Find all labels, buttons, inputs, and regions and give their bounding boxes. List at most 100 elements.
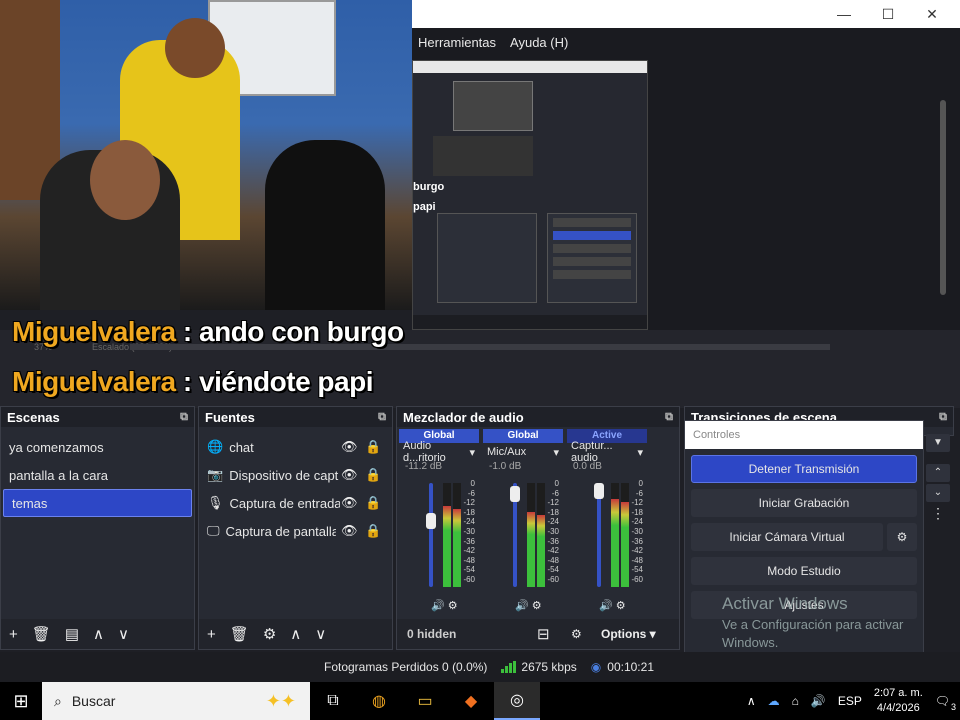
sources-title: Fuentes	[205, 409, 255, 425]
speaker-icon[interactable]: 🔊	[599, 600, 616, 612]
minimize-icon[interactable]: —	[822, 6, 866, 22]
channel-settings-icon[interactable]: ⚙	[532, 600, 542, 612]
channel-settings-icon[interactable]: ⚙	[448, 600, 458, 612]
meter-scale-tick: -54	[631, 565, 643, 575]
dropdown-icon[interactable]: ▾	[553, 446, 559, 459]
chat-text: : viéndote papi	[182, 366, 374, 397]
source-name: Captura de pantalla	[225, 523, 336, 539]
chevron-down-icon[interactable]: ⌄	[926, 484, 950, 502]
nested-mixer	[437, 213, 537, 303]
maximize-icon[interactable]: ☐	[866, 6, 910, 23]
trash-icon[interactable]: 🗑	[32, 625, 51, 643]
add-icon[interactable]: +	[207, 626, 216, 643]
obs-icon[interactable]: ◎	[494, 682, 540, 720]
eye-icon[interactable]: 👁	[341, 495, 358, 511]
mixer-title: Mezclador de audio	[403, 409, 524, 425]
scene-item-selected[interactable]: temas	[3, 489, 192, 517]
cloud-icon[interactable]: ☁	[768, 694, 780, 708]
arrow-down-icon[interactable]: ∨	[315, 625, 326, 643]
chevron-down-icon[interactable]: ▼	[926, 434, 950, 452]
audio-level-meter	[443, 483, 451, 587]
advanced-gear-icon[interactable]: ⚙	[571, 627, 601, 641]
undock-icon[interactable]: ⧉	[378, 411, 386, 424]
undock-icon[interactable]: ⧉	[180, 411, 188, 424]
network-icon[interactable]: ⌂	[792, 694, 799, 708]
taskbar-search[interactable]: ⌕ Buscar ✦✦	[42, 682, 310, 720]
sparkle-icon: ✦✦	[265, 690, 296, 711]
menu-help[interactable]: Ayuda (H)	[510, 35, 568, 50]
volume-icon[interactable]: 🔊	[811, 694, 826, 708]
chevron-up-icon[interactable]: ∧	[747, 694, 756, 708]
source-item[interactable]: 🖵 Captura de pantalla 👁 🔒	[199, 517, 392, 545]
menu-tools[interactable]: Herramientas	[418, 35, 496, 50]
source-item[interactable]: 🎙 Captura de entrada 👁 🔒	[199, 489, 392, 517]
layout-icon[interactable]: ⊟	[537, 625, 571, 643]
undock-icon[interactable]: ⧉	[665, 411, 673, 424]
dropdown-icon[interactable]: ▾	[469, 446, 475, 459]
arrow-up-icon[interactable]: ∧	[93, 625, 104, 643]
notification-icon[interactable]: 🗨 3	[935, 694, 956, 712]
volume-slider-knob[interactable]	[510, 485, 520, 502]
file-explorer-icon[interactable]: ▭	[402, 682, 448, 720]
lock-icon[interactable]: 🔒	[365, 439, 381, 455]
volume-slider-knob[interactable]	[426, 512, 436, 529]
windows-start-icon[interactable]: ⊞	[0, 691, 42, 712]
camera-icon: 📷	[207, 467, 224, 482]
task-view-icon[interactable]: ⧉	[310, 682, 356, 720]
lock-icon[interactable]: 🔒	[365, 467, 381, 483]
lock-icon[interactable]: 🔒	[365, 523, 381, 539]
scenes-header: Escenas ⧉	[1, 407, 194, 427]
chevron-up-icon[interactable]: ⌃	[926, 464, 950, 482]
eye-icon[interactable]: 👁	[341, 523, 358, 539]
vertical-scrollbar[interactable]	[940, 100, 946, 295]
speaker-icon[interactable]: 🔊	[431, 600, 448, 612]
chat-username: Miguelvalera	[12, 316, 176, 347]
source-item[interactable]: 🌐 chat 👁 🔒	[199, 433, 392, 461]
undock-icon[interactable]: ⧉	[939, 411, 947, 424]
audio-level-meter	[621, 483, 629, 587]
more-options-icon[interactable]: ⋮	[926, 504, 950, 522]
mixer-channel-tab[interactable]: Global	[483, 429, 563, 443]
source-item[interactable]: 📷 Dispositivo de capt 👁 🔒	[199, 461, 392, 489]
options-button[interactable]: Options ▾	[601, 627, 656, 641]
clock-date: 4/4/2026	[876, 702, 920, 714]
eye-icon[interactable]: 👁	[341, 439, 358, 455]
start-recording-button[interactable]: Iniciar Grabación	[691, 489, 917, 517]
meter-scale-tick: -24	[631, 517, 643, 527]
clock[interactable]: 2:07 a. m. 4/4/2026	[874, 686, 923, 716]
obs-window: — ☐ ✕ Herramientas Ayuda (H) burgo papi	[412, 0, 960, 360]
gear-icon[interactable]: ⚙	[263, 625, 276, 643]
meter-scale-tick: -42	[547, 546, 559, 556]
trash-icon[interactable]: 🗑	[230, 625, 249, 643]
close-icon[interactable]: ✕	[910, 6, 954, 23]
studio-mode-button[interactable]: Modo Estudio	[691, 557, 917, 585]
mixer-channel-name[interactable]: Audio d...ritorio ▾	[399, 440, 479, 464]
add-icon[interactable]: +	[9, 626, 18, 643]
title-bar: — ☐ ✕	[412, 0, 960, 28]
arrow-up-icon[interactable]: ∧	[290, 625, 301, 643]
monitor-icon: 🖵	[207, 523, 220, 538]
volume-slider[interactable]	[429, 483, 433, 587]
eye-icon[interactable]: 👁	[341, 467, 358, 483]
scene-item[interactable]: ya comenzamos	[1, 433, 194, 461]
fl-studio-icon[interactable]: ◆	[448, 682, 494, 720]
speaker-icon[interactable]: 🔊	[515, 600, 532, 612]
meter-scale: 0 -6 -12 -18 -24 -30 -36 -42 -48 -54 -60	[461, 479, 475, 585]
language-indicator[interactable]: ESP	[838, 694, 862, 708]
gear-icon[interactable]: ⚙	[887, 523, 917, 551]
webcam-person-head	[165, 18, 225, 78]
scene-item[interactable]: pantalla a la cara	[1, 461, 194, 489]
filter-icon[interactable]: ▤	[65, 625, 79, 643]
nested-preview: burgo papi	[412, 60, 648, 330]
volume-slider-knob[interactable]	[594, 483, 604, 499]
lock-icon[interactable]: 🔒	[365, 495, 381, 511]
mixer-channel-name[interactable]: Captur... audio ▾	[567, 440, 647, 464]
virtual-camera-button[interactable]: Iniciar Cámara Virtual	[691, 523, 883, 551]
stop-stream-button[interactable]: Detener Transmisión	[691, 455, 917, 483]
chrome-icon[interactable]: ◍	[356, 682, 402, 720]
dropdown-icon[interactable]: ▾	[637, 446, 643, 459]
webcam-feed	[0, 0, 412, 310]
arrow-down-icon[interactable]: ∨	[118, 625, 129, 643]
channel-settings-icon[interactable]: ⚙	[616, 600, 626, 612]
mixer-channel-name[interactable]: Mic/Aux ▾	[483, 443, 563, 461]
